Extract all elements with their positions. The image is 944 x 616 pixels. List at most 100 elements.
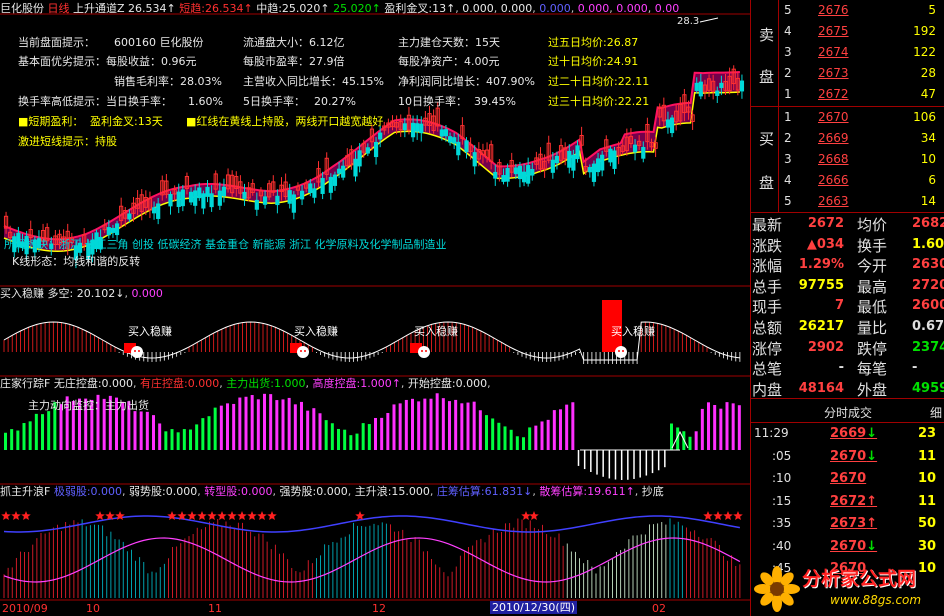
panel3-bar bbox=[411, 398, 414, 450]
candle-body bbox=[612, 150, 617, 169]
ticks-detail-tab[interactable]: 细 bbox=[930, 404, 942, 421]
panel3-bar bbox=[182, 429, 186, 450]
candle-body bbox=[575, 145, 580, 160]
star-icon bbox=[207, 511, 217, 521]
panel3-bar bbox=[337, 428, 340, 450]
panel3-bar bbox=[503, 426, 507, 450]
candle-body bbox=[114, 223, 120, 236]
candle-body bbox=[550, 159, 555, 173]
sell-price[interactable]: 2672 bbox=[818, 87, 849, 101]
panel3-bar bbox=[713, 405, 717, 450]
candle-body bbox=[188, 191, 194, 203]
info-float: 流通盘大小：6.12亿 bbox=[243, 36, 345, 49]
quote-value: 97755 bbox=[798, 277, 844, 293]
panel3-bar bbox=[244, 396, 248, 450]
sell-price[interactable]: 2675 bbox=[818, 24, 849, 38]
candle-body bbox=[513, 167, 518, 175]
panel3-header: 庄家行踪F 无庄控盘:0.000, 有庄控盘:0.000, 主力出货:1.000… bbox=[0, 377, 491, 390]
short-profit-label: ■短期盈利： bbox=[18, 115, 84, 128]
panel3-bar bbox=[330, 423, 334, 450]
tick-price[interactable]: 2669↓ bbox=[830, 426, 877, 441]
info-code: 600160 巨化股份 bbox=[114, 36, 204, 49]
tick-price[interactable]: 2670 bbox=[830, 471, 866, 486]
panel3-bar bbox=[343, 429, 347, 450]
quote-value: 2720 bbox=[912, 277, 944, 293]
star-icon bbox=[521, 511, 531, 521]
candle-body bbox=[641, 146, 646, 159]
smile-icon bbox=[421, 350, 423, 352]
sell-price[interactable]: 2673 bbox=[818, 66, 849, 80]
smile-icon bbox=[138, 350, 140, 352]
tick-volume: 10 bbox=[918, 471, 937, 486]
candle-body bbox=[299, 190, 305, 200]
quote-value: - bbox=[912, 360, 918, 376]
panel3-bar bbox=[472, 401, 476, 450]
buy-price[interactable]: 2668 bbox=[818, 152, 849, 166]
candle-body bbox=[632, 144, 638, 153]
panel3-bar bbox=[361, 423, 365, 450]
smile-icon bbox=[618, 350, 620, 352]
panel3-bar bbox=[189, 429, 192, 450]
panel3-bar bbox=[195, 424, 199, 450]
candle-body bbox=[669, 117, 675, 134]
quote-value: - bbox=[838, 360, 844, 376]
candle-body bbox=[665, 119, 671, 128]
candle-body bbox=[402, 123, 407, 131]
candle-body bbox=[521, 171, 527, 183]
quote-value: 2600 bbox=[912, 298, 944, 314]
ticks-title[interactable]: 分时成交 bbox=[824, 404, 872, 421]
avg10: 过十日均价:24.91 bbox=[548, 55, 639, 68]
candle-body bbox=[447, 136, 453, 143]
candle-body bbox=[308, 183, 313, 194]
quote-label: 均价 bbox=[857, 216, 888, 234]
quote-label: 总手 bbox=[752, 277, 783, 296]
panel3-bar bbox=[306, 410, 310, 450]
star-icon bbox=[197, 511, 207, 521]
sell-price[interactable]: 2676 bbox=[818, 3, 849, 17]
candle-body bbox=[439, 129, 444, 137]
buy-volume: 14 bbox=[920, 194, 936, 208]
star-icon bbox=[95, 511, 105, 521]
smile-icon bbox=[418, 346, 430, 358]
buy-price[interactable]: 2669 bbox=[818, 131, 849, 145]
sell-level: 4 bbox=[784, 24, 792, 38]
quote-label: 最低 bbox=[857, 298, 888, 317]
candle-body bbox=[378, 132, 383, 140]
buy-price[interactable]: 2666 bbox=[818, 173, 849, 187]
panel3-bar bbox=[423, 398, 427, 450]
info-turnover-label: 换手率高低提示：当日换手率： bbox=[18, 95, 172, 108]
panel3-bar bbox=[737, 405, 741, 450]
panel3-bar bbox=[300, 401, 303, 450]
buy-price[interactable]: 2663 bbox=[818, 194, 849, 208]
panel3-bar bbox=[145, 411, 149, 450]
candle-body bbox=[415, 123, 420, 132]
candle-body bbox=[493, 171, 498, 179]
tick-price[interactable]: 2673↑ bbox=[830, 516, 877, 531]
smile-icon bbox=[300, 350, 302, 352]
panel3-bar bbox=[522, 437, 525, 450]
panel2-header: 买入稳赚 多空: 20.102↓, 0.000 bbox=[0, 287, 163, 300]
panel3-bar bbox=[546, 419, 550, 450]
candle-body bbox=[567, 150, 572, 168]
panel3-bar bbox=[158, 423, 162, 450]
info-margin: 销售毛利率：28.03% bbox=[114, 75, 222, 88]
quote-value: 1.60% bbox=[912, 236, 944, 252]
panel3-bar bbox=[417, 401, 421, 450]
sell-level: 2 bbox=[784, 66, 792, 80]
panel3-bar bbox=[47, 411, 51, 450]
panel3-bar bbox=[207, 416, 211, 450]
period-label: 日线 bbox=[47, 2, 70, 15]
tick-price[interactable]: 2670↓ bbox=[830, 539, 877, 554]
info-turnover: 1.60% bbox=[188, 95, 223, 108]
candle-body bbox=[452, 137, 457, 144]
tick-price[interactable]: 2672↑ bbox=[830, 494, 877, 509]
chart-canvas[interactable] bbox=[0, 0, 750, 616]
panel3-bar bbox=[534, 425, 538, 450]
panel3-bar bbox=[324, 420, 328, 450]
candle-body bbox=[353, 158, 358, 177]
star-icon bbox=[703, 511, 713, 521]
buy-price[interactable]: 2670 bbox=[818, 110, 849, 124]
tick-price[interactable]: 2670↓ bbox=[830, 449, 877, 464]
sell-price[interactable]: 2674 bbox=[818, 45, 849, 59]
star-icon bbox=[167, 511, 177, 521]
